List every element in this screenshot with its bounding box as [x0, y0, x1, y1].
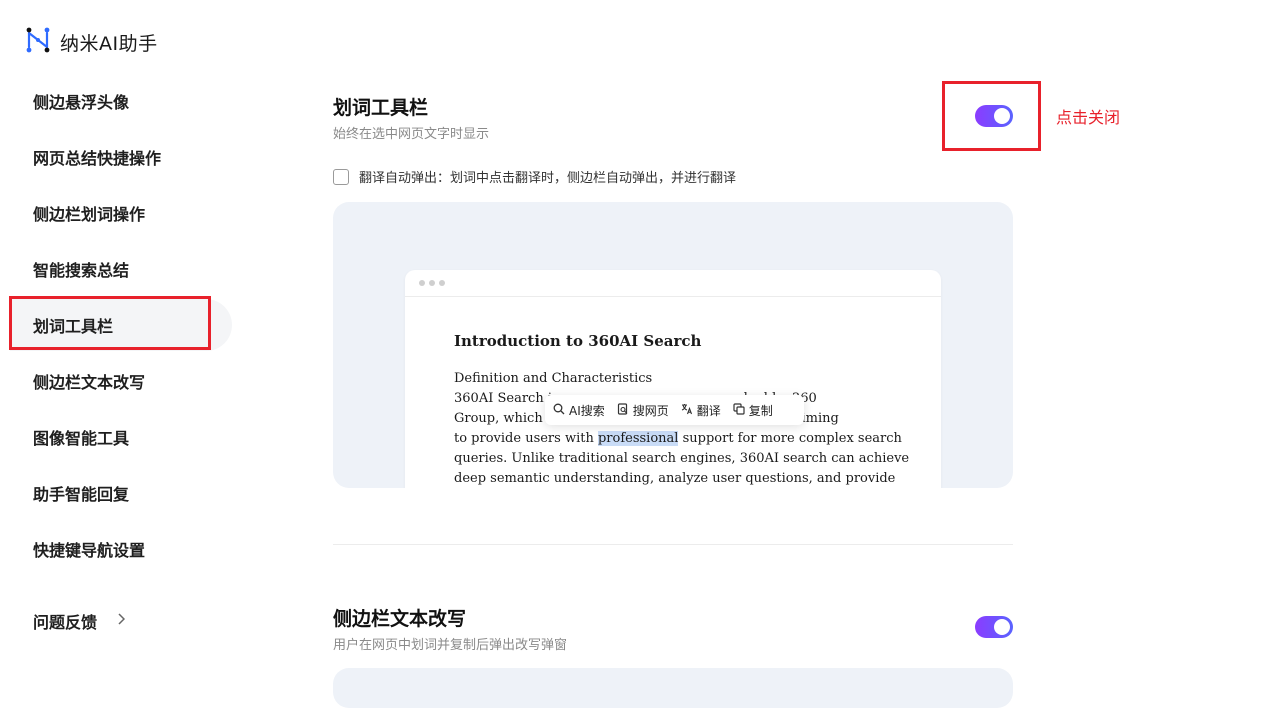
- sidebar-item-label: 助手智能回复: [33, 485, 130, 504]
- sidebar-item-label: 划词工具栏: [33, 317, 114, 336]
- sidebar-item-page-summary[interactable]: 网页总结快捷操作: [10, 131, 232, 183]
- sidebar-item-smart-reply[interactable]: 助手智能回复: [10, 467, 232, 519]
- web-search-icon: [617, 402, 629, 418]
- auto-translate-option: 翻译自动弹出：划词中点击翻译时，侧边栏自动弹出，并进行翻译: [333, 167, 736, 186]
- sidebar-item-selection-toolbar[interactable]: 划词工具栏: [10, 299, 232, 351]
- sidebar-item-floating-avatar[interactable]: 侧边悬浮头像: [10, 75, 232, 127]
- auto-translate-label: 翻译自动弹出：划词中点击翻译时，侧边栏自动弹出，并进行翻译: [359, 171, 737, 186]
- doc-title: Introduction to 360AI Search: [454, 332, 702, 350]
- toolbar-preview: Introduction to 360AI Search Definition …: [333, 202, 1013, 488]
- toggle-knob: [994, 619, 1010, 635]
- sidebar-item-label: 智能搜索总结: [33, 261, 130, 280]
- doc-line: queries. Unlike traditional search engin…: [454, 451, 910, 466]
- search-icon: [553, 403, 565, 418]
- sidebar-item-label: 侧边栏划词操作: [33, 205, 146, 224]
- sidebar-item-feedback[interactable]: 问题反馈: [10, 595, 232, 647]
- selected-text: professional: [597, 431, 679, 446]
- window-dot: [429, 280, 435, 286]
- translate-icon: [681, 403, 693, 418]
- app-logo: 纳米AI助手: [24, 26, 158, 58]
- annotation-click-to-close: 点击关闭: [1056, 108, 1121, 127]
- sidebar-item-text-rewrite[interactable]: 侧边栏文本改写: [10, 355, 232, 407]
- chevron-right-icon: [117, 613, 126, 629]
- popup-label: AI搜索: [569, 403, 605, 418]
- sidebar-item-shortcut-nav[interactable]: 快捷键导航设置: [10, 523, 232, 575]
- sidebar-item-sidebar-selection[interactable]: 侧边栏划词操作: [10, 187, 232, 239]
- doc-text: support for more complex search: [678, 431, 902, 446]
- sidebar-item-smart-search[interactable]: 智能搜索总结: [10, 243, 232, 295]
- sidebar-item-label: 图像智能工具: [33, 429, 130, 448]
- section-subtitle: 用户在网页中划词并复制后弹出改写弹窗: [333, 638, 568, 653]
- selection-toolbar-toggle[interactable]: [975, 105, 1013, 127]
- sidebar-item-label: 快捷键导航设置: [33, 541, 146, 560]
- app-name: 纳米AI助手: [60, 32, 158, 55]
- window-dot: [419, 280, 425, 286]
- preview-browser-window: Introduction to 360AI Search Definition …: [405, 270, 941, 488]
- web-search-button[interactable]: 搜网页: [617, 402, 669, 419]
- selection-toolbar-popup: AI搜索 搜网页 翻译 复制: [545, 395, 804, 425]
- popup-label: 翻译: [696, 403, 721, 418]
- text-rewrite-toggle[interactable]: [975, 616, 1013, 638]
- doc-line: deep semantic understanding, analyze use…: [454, 471, 896, 486]
- section-subtitle: 始终在选中网页文字时显示: [333, 127, 490, 142]
- copy-icon: [733, 402, 745, 418]
- sidebar-item-label: 侧边悬浮头像: [33, 93, 130, 112]
- doc-text: to provide users with: [454, 431, 598, 446]
- ai-search-button[interactable]: AI搜索: [553, 402, 605, 419]
- window-dot: [439, 280, 445, 286]
- section-divider: [333, 544, 1013, 545]
- sidebar-item-image-tools[interactable]: 图像智能工具: [10, 411, 232, 463]
- doc-line: Definition and Characteristics: [454, 371, 653, 386]
- copy-button[interactable]: 复制: [733, 402, 773, 419]
- toggle-knob: [994, 108, 1010, 124]
- browser-title-bar: [405, 270, 941, 297]
- sidebar-item-label: 网页总结快捷操作: [33, 149, 162, 168]
- nami-logo-icon: [24, 26, 52, 58]
- popup-label: 搜网页: [632, 403, 669, 418]
- translate-button[interactable]: 翻译: [681, 402, 721, 419]
- section-title: 划词工具栏: [333, 97, 429, 119]
- sidebar-item-label: 侧边栏文本改写: [33, 373, 146, 392]
- popup-label: 复制: [748, 403, 773, 418]
- section-title: 侧边栏文本改写: [333, 608, 467, 630]
- sidebar-item-label: 问题反馈: [33, 613, 98, 632]
- auto-translate-checkbox[interactable]: [333, 168, 349, 185]
- text-rewrite-preview: [333, 668, 1013, 708]
- doc-line: to provide users with professional suppo…: [454, 429, 902, 449]
